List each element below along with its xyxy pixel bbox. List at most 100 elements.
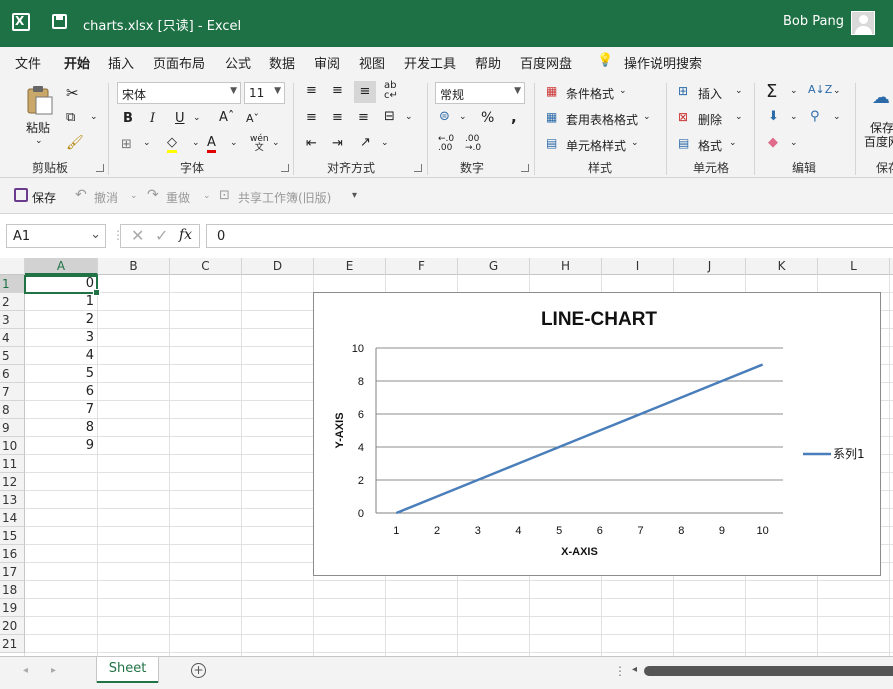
conditional-format-icon[interactable]: ▦ <box>546 84 557 98</box>
row-header[interactable]: 7 <box>0 383 25 401</box>
col-header-b[interactable]: B <box>98 258 170 275</box>
increase-decimal-icon[interactable]: ←.0.00 <box>438 135 454 153</box>
format-cells-button[interactable]: 格式 <box>698 137 722 154</box>
fill-color-icon[interactable]: ◇ <box>167 135 177 153</box>
decrease-decimal-icon[interactable]: .00 →.0 <box>465 135 481 153</box>
add-sheet-icon[interactable]: + <box>191 663 206 678</box>
col-header-e[interactable]: E <box>314 258 386 275</box>
row-header[interactable]: 8 <box>0 401 25 419</box>
clear-dropdown-icon[interactable]: ⌄ <box>790 138 798 148</box>
row-header[interactable]: 5 <box>0 347 25 365</box>
number-launcher-icon[interactable] <box>521 164 529 172</box>
alignment-launcher-icon[interactable] <box>414 164 422 172</box>
redo-dropdown-icon[interactable]: ⌄ <box>203 191 211 201</box>
conditional-format-button[interactable]: 条件格式 <box>566 85 614 102</box>
sheet-tab[interactable]: Sheet <box>97 657 158 683</box>
delete-cells-button[interactable]: 删除 <box>698 111 722 128</box>
cell[interactable]: 7 <box>25 401 97 419</box>
enter-check-icon[interactable]: ✓ <box>155 226 168 245</box>
col-header-g[interactable]: G <box>458 258 530 275</box>
cell[interactable]: 6 <box>25 383 97 401</box>
decrease-font-icon[interactable]: Aˇ <box>246 112 259 125</box>
row-header[interactable]: 4 <box>0 329 25 347</box>
wrap-text-icon[interactable]: ab c↵ <box>384 81 398 101</box>
fill-dropdown-icon[interactable]: ⌄ <box>192 138 200 148</box>
col-header-h[interactable]: H <box>530 258 602 275</box>
col-header-f[interactable]: F <box>386 258 458 275</box>
bold-icon[interactable]: B <box>123 111 133 126</box>
customize-qat-icon[interactable]: ▾ <box>352 190 357 201</box>
table-format-button[interactable]: 套用表格格式 <box>566 111 638 128</box>
format-painter-icon[interactable]: 🖌 <box>66 135 84 151</box>
paste-dropdown-icon[interactable]: ⌄ <box>35 136 43 146</box>
insert-dropdown-icon[interactable]: ⌄ <box>735 86 743 96</box>
paste-icon[interactable] <box>24 85 54 115</box>
font-name-combo[interactable]: 宋体 ▼ <box>117 82 241 104</box>
phonetic-icon[interactable]: wén 文 <box>250 135 269 153</box>
cell[interactable]: 1 <box>25 293 97 311</box>
orientation-dropdown-icon[interactable]: ⌄ <box>381 138 389 148</box>
merge-dropdown-icon[interactable]: ⌄ <box>405 112 413 122</box>
insert-cells-button[interactable]: 插入 <box>698 85 722 102</box>
tab-view[interactable]: 视图 <box>359 53 385 72</box>
col-header-i[interactable]: I <box>602 258 674 275</box>
cell[interactable]: 5 <box>25 365 97 383</box>
row-header[interactable]: 6 <box>0 365 25 383</box>
search-tell-me[interactable]: 操作说明搜索 <box>624 53 702 72</box>
redo-button[interactable]: 重做 <box>166 189 190 206</box>
merge-center-icon[interactable]: ⊟ <box>384 109 395 124</box>
col-header-j[interactable]: J <box>674 258 746 275</box>
align-right-icon[interactable]: ≡ <box>358 110 369 125</box>
next-sheet-icon[interactable]: ▸ <box>51 665 56 676</box>
tab-help[interactable]: 帮助 <box>475 53 501 72</box>
tab-developer[interactable]: 开发工具 <box>404 53 456 72</box>
name-box[interactable]: A1 ⌄ <box>6 224 106 248</box>
baidu-cloud-icon[interactable]: ☁ <box>872 87 890 108</box>
line-chart[interactable]: LINE-CHART 0 2 4 6 8 10 1 2 3 4 5 6 7 8 9 10 X-AXIS Y-AXIS… <box>313 292 881 576</box>
row-header[interactable]: 16 <box>0 545 25 563</box>
cell[interactable]: 3 <box>25 329 97 347</box>
fill-down-icon[interactable]: ⬇ <box>768 109 779 124</box>
find-dropdown-icon[interactable]: ⌄ <box>833 112 841 122</box>
row-header[interactable]: 13 <box>0 491 25 509</box>
cut-icon[interactable]: ✂ <box>66 84 79 102</box>
tab-home[interactable]: 开始 <box>64 53 90 72</box>
accounting-dropdown-icon[interactable]: ⌄ <box>459 112 467 122</box>
row-header[interactable]: 19 <box>0 599 25 617</box>
share-workbook-icon[interactable]: ⊡ <box>219 188 230 203</box>
font-size-combo[interactable]: 11 ▼ <box>244 82 285 104</box>
find-select-icon[interactable]: ⚲ <box>810 109 820 124</box>
copy-icon[interactable]: ⧉ <box>66 110 75 125</box>
tab-data[interactable]: 数据 <box>269 53 295 72</box>
col-header-l[interactable]: L <box>818 258 890 275</box>
align-left-icon[interactable]: ≡ <box>306 110 317 125</box>
italic-icon[interactable]: I <box>150 111 155 126</box>
prev-sheet-icon[interactable]: ◂ <box>23 665 28 676</box>
border-dropdown-icon[interactable]: ⌄ <box>143 138 151 148</box>
table-format-dropdown-icon[interactable]: ⌄ <box>643 112 651 122</box>
col-header-d[interactable]: D <box>242 258 314 275</box>
align-middle-icon[interactable]: ≡ <box>332 83 343 98</box>
row-header[interactable]: 20 <box>0 617 25 635</box>
delete-cells-icon[interactable]: ⊠ <box>678 110 688 124</box>
clipboard-launcher-icon[interactable] <box>96 164 104 172</box>
phonetic-dropdown-icon[interactable]: ⌄ <box>272 138 280 148</box>
clear-eraser-icon[interactable]: ◆ <box>768 135 778 150</box>
select-all-corner[interactable] <box>0 258 25 275</box>
percent-style-button[interactable]: % <box>481 110 494 126</box>
paste-button[interactable]: 粘贴 <box>26 119 50 136</box>
align-center-icon[interactable]: ≡ <box>332 110 343 125</box>
comma-style-button[interactable]: , <box>511 108 517 126</box>
qat-save-button[interactable]: 保存 <box>32 189 56 206</box>
row-header[interactable]: 15 <box>0 527 25 545</box>
scroll-split-grip-icon[interactable]: ⋮ <box>614 664 626 678</box>
accounting-format-icon[interactable]: ⊜ <box>439 109 450 124</box>
autosum-dropdown-icon[interactable]: ⌄ <box>790 86 798 96</box>
avatar[interactable] <box>851 11 875 35</box>
align-bottom-icon[interactable]: ≡ <box>354 81 376 103</box>
sort-dropdown-icon[interactable]: ⌄ <box>833 86 841 96</box>
tab-baidu-netdisk[interactable]: 百度网盘 <box>520 53 572 72</box>
row-header[interactable]: 1 <box>0 275 25 293</box>
number-format-combo[interactable]: 常规 ▼ <box>435 82 525 104</box>
scroll-left-icon[interactable]: ◂ <box>632 664 637 675</box>
